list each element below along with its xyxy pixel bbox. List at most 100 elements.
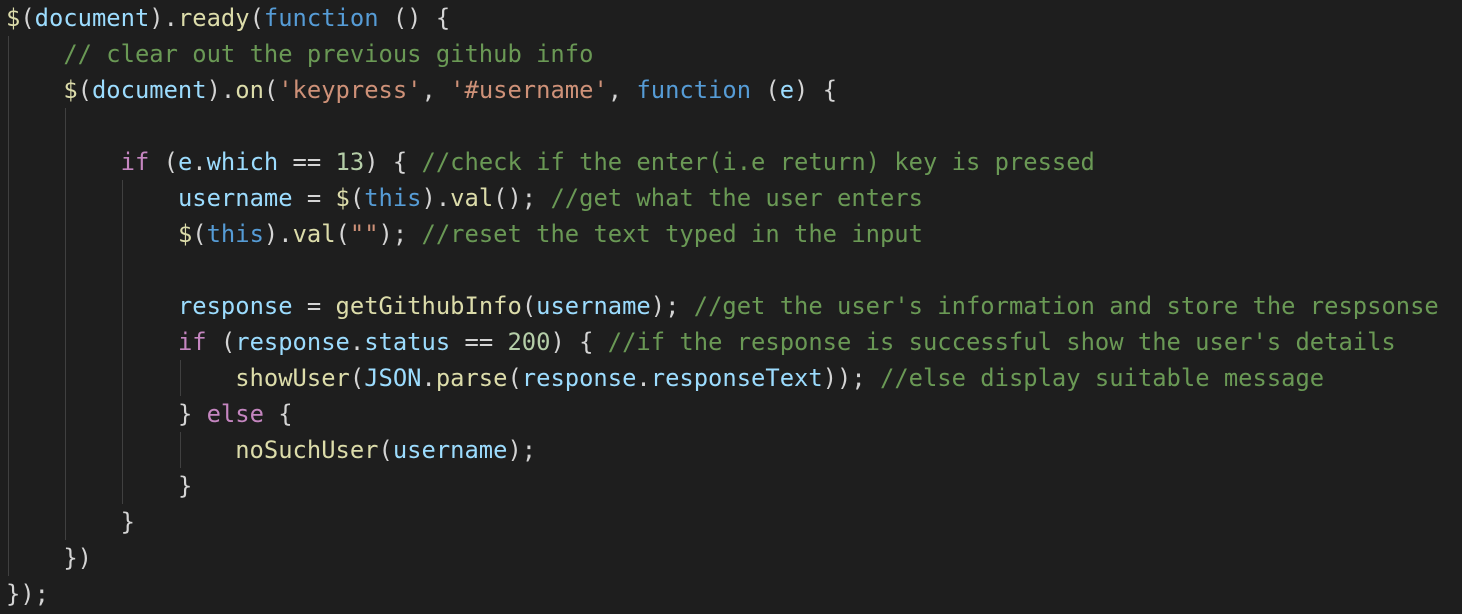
punctuation-token: ( (751, 76, 780, 104)
number-token: 13 (335, 148, 365, 176)
function-token: on (235, 76, 264, 104)
variable-token: JSON (364, 364, 422, 392)
variable-token: response (521, 364, 637, 392)
punctuation-token (6, 436, 235, 464)
code-line[interactable]: noSuchUser(username); (6, 432, 1439, 468)
punctuation-token (6, 76, 63, 104)
punctuation-token: } (177, 472, 193, 500)
function-token: val (292, 220, 336, 248)
punctuation-token: . (192, 148, 207, 176)
string-token: "" (349, 220, 379, 248)
function-token: $ (63, 76, 78, 104)
punctuation-token (6, 148, 121, 176)
code-line[interactable]: showUser(JSON.parse(response.responseTex… (6, 360, 1439, 396)
code-line[interactable]: $(document).on('keypress', '#username', … (6, 72, 1439, 108)
comment-token: //if the response is successful show the… (607, 328, 1396, 356)
code-line[interactable]: if (response.status == 200) { //if the r… (6, 324, 1439, 360)
punctuation-token: )); (822, 364, 880, 392)
punctuation-token: ); (650, 292, 694, 320)
punctuation-token: ). (206, 76, 236, 104)
comment-token: //get what the user enters (550, 184, 923, 212)
keyword-token: function (636, 76, 752, 104)
punctuation-token: == (450, 328, 508, 356)
code-editor[interactable]: $(document).ready(function () { // clear… (0, 0, 1462, 614)
punctuation-token: , (607, 76, 637, 104)
punctuation-token: ( (378, 436, 393, 464)
punctuation-token: ( (349, 364, 365, 392)
variable-token: responseText (650, 364, 823, 392)
variable-token: e (177, 148, 193, 176)
function-token: $ (335, 184, 350, 212)
variable-token: response (177, 292, 293, 320)
punctuation-token (6, 328, 178, 356)
punctuation-token: , (421, 76, 451, 104)
comment-token: //else display suitable message (880, 364, 1325, 392)
punctuation-token: ) { (364, 148, 422, 176)
comment-token: //reset the text typed in the input (421, 220, 923, 248)
punctuation-token: } (120, 508, 135, 536)
code-line[interactable]: }); (6, 576, 1439, 612)
punctuation-token: }); (6, 580, 49, 608)
punctuation-token: ( (521, 292, 537, 320)
keyword-token: function (263, 4, 379, 32)
punctuation-token: ). (421, 184, 451, 212)
punctuation-token (6, 400, 178, 428)
variable-token: status (364, 328, 451, 356)
comment-token: // clear out the previous github info (63, 40, 594, 68)
punctuation-token (6, 40, 63, 68)
function-token: noSuchUser (235, 436, 379, 464)
number-token: 200 (507, 328, 551, 356)
function-token: getGithubInfo (335, 292, 522, 320)
control-keyword-token: if (120, 148, 150, 176)
code-line[interactable]: if (e.which == 13) { //check if the ente… (6, 144, 1439, 180)
function-token: showUser (235, 364, 350, 392)
punctuation-token: = (292, 184, 336, 212)
punctuation-token: ( (149, 148, 178, 176)
code-line[interactable]: response = getGithubInfo(username); //ge… (6, 288, 1439, 324)
punctuation-token: ) { (794, 76, 838, 104)
punctuation-token: ( (249, 4, 264, 32)
punctuation-token: ( (507, 364, 522, 392)
variable-token: username (392, 436, 508, 464)
variable-token: username (536, 292, 651, 320)
punctuation-token: }) (63, 544, 92, 572)
code-line[interactable]: $(document).ready(function () { (6, 0, 1439, 36)
punctuation-token: ( (206, 328, 236, 356)
punctuation-token: ( (20, 4, 35, 32)
code-line[interactable]: username = $(this).val(); //get what the… (6, 180, 1439, 216)
comment-token: //get the user's information and store t… (693, 292, 1439, 320)
punctuation-token: ); (378, 220, 422, 248)
string-token: '#username' (450, 76, 608, 104)
punctuation-token (6, 472, 178, 500)
punctuation-token: ). (263, 220, 293, 248)
keyword-token: this (206, 220, 264, 248)
punctuation-token: . (349, 328, 365, 356)
code-line[interactable]: $(this).val(""); //reset the text typed … (6, 216, 1439, 252)
punctuation-token: () { (378, 4, 451, 32)
code-line[interactable]: // clear out the previous github info (6, 36, 1439, 72)
punctuation-token (6, 220, 178, 248)
code-line[interactable]: } (6, 468, 1439, 504)
punctuation-token (6, 292, 178, 320)
punctuation-token: ( (349, 184, 365, 212)
code-line[interactable]: }) (6, 540, 1439, 576)
code-content[interactable]: $(document).ready(function () { // clear… (6, 0, 1439, 612)
variable-token: username (177, 184, 293, 212)
variable-token: e (779, 76, 795, 104)
function-token: $ (177, 220, 193, 248)
punctuation-token: = (292, 292, 336, 320)
variable-token: which (206, 148, 279, 176)
punctuation-token (6, 508, 121, 536)
function-token: parse (435, 364, 508, 392)
code-line[interactable]: ​ (6, 108, 1439, 144)
code-line[interactable]: ​ (6, 252, 1439, 288)
punctuation-token: . (636, 364, 651, 392)
code-line[interactable]: } (6, 504, 1439, 540)
function-token: ready (177, 4, 250, 32)
code-line[interactable]: } else { (6, 396, 1439, 432)
punctuation-token (6, 364, 235, 392)
function-token: val (450, 184, 494, 212)
punctuation-token: { (263, 400, 293, 428)
control-keyword-token: else (206, 400, 264, 428)
punctuation-token: ( (77, 76, 92, 104)
